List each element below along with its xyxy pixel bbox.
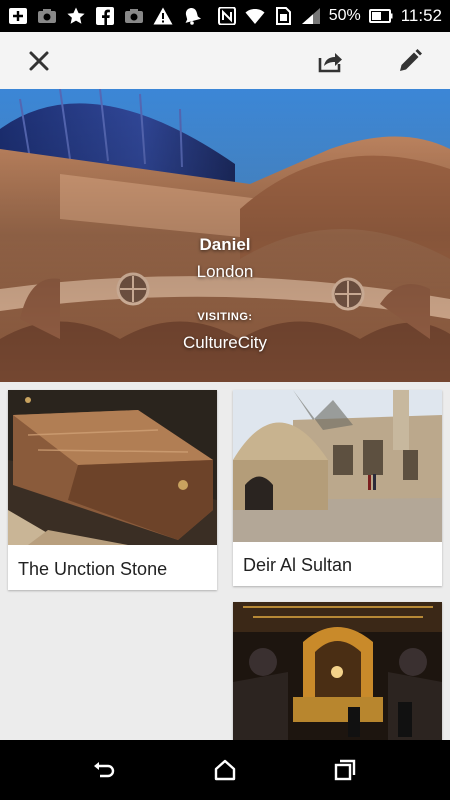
recents-icon — [334, 759, 356, 781]
poi-card-title: Deir Al Sultan — [243, 555, 353, 575]
battery-percent: 50% — [328, 7, 361, 24]
home-icon — [214, 759, 236, 781]
unction-stone-photo — [8, 390, 217, 545]
clock: 11:52 — [400, 6, 442, 25]
visitor-name: Daniel — [199, 235, 251, 254]
star-icon — [66, 7, 86, 25]
facebook-icon — [95, 7, 115, 25]
sim-icon — [273, 7, 293, 25]
visitor-city: London — [196, 262, 254, 281]
hero-banner: Daniel London VISITING: CultureCity — [0, 89, 450, 382]
alert-icon — [153, 7, 173, 25]
bell-icon — [182, 7, 202, 25]
home-button[interactable] — [211, 756, 239, 784]
golgotha-altar-photo — [233, 602, 442, 740]
poi-card-golgotha[interactable] — [233, 602, 442, 740]
edit-button[interactable] — [391, 42, 429, 80]
share-icon — [318, 53, 342, 73]
deir-al-sultan-photo — [233, 390, 442, 542]
visiting-place: CultureCity — [182, 333, 268, 352]
wifi-icon — [245, 7, 265, 25]
camera-icon — [124, 7, 144, 25]
battery-icon — [368, 7, 393, 25]
recents-button[interactable] — [331, 756, 359, 784]
edit-icon — [400, 49, 422, 71]
action-bar — [0, 32, 450, 89]
poi-card-title: The Unction Stone — [18, 559, 168, 579]
share-button[interactable] — [311, 42, 349, 80]
poi-card-unction-stone[interactable]: The Unction Stone — [8, 390, 217, 590]
poi-card-deir-al-sultan[interactable]: Deir Al Sultan — [233, 390, 442, 586]
status-bar: 50% 11:52 — [0, 0, 450, 32]
close-button[interactable] — [20, 42, 58, 80]
close-icon — [29, 51, 49, 71]
system-nav-bar — [0, 740, 450, 800]
add-box-icon — [8, 7, 28, 25]
nfc-icon — [217, 7, 237, 25]
signal-icon — [301, 7, 321, 25]
back-icon — [94, 762, 115, 778]
camera-icon — [37, 7, 57, 25]
visiting-label: VISITING: — [197, 311, 253, 323]
back-button[interactable] — [91, 756, 119, 784]
